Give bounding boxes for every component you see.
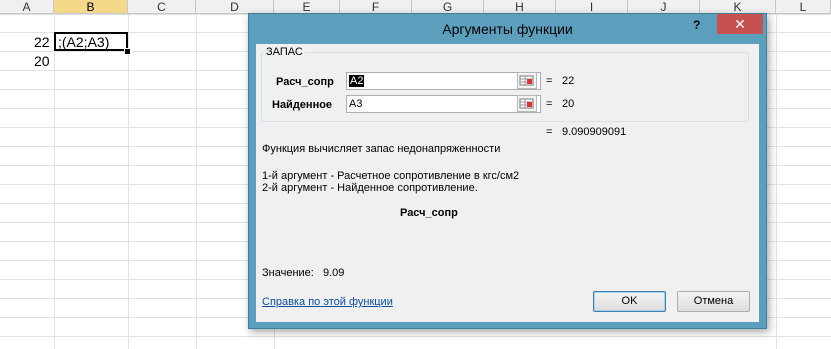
help-icon[interactable]: ? (693, 18, 700, 32)
dialog-body: ЗАПАС Расч_сопр A2 = 22 Найденное A3 = 2… (256, 44, 759, 322)
arg2-result: 20 (562, 98, 575, 110)
column-header-l[interactable]: L (776, 0, 831, 14)
arg1-value: A2 (349, 75, 365, 87)
arg2-input[interactable]: A3 (346, 95, 541, 113)
arg2-equals: = (546, 98, 553, 110)
cell-a3[interactable]: 20 (34, 53, 50, 69)
cancel-button[interactable]: Отмена (677, 291, 750, 312)
column-header-k[interactable]: K (700, 0, 776, 14)
help-link[interactable]: Справка по этой функции (262, 296, 393, 308)
arg2-label: Найденное (272, 99, 333, 111)
function-description: Функция вычисляет запас недонапряженност… (262, 143, 501, 155)
value-label: Значение: (262, 267, 314, 279)
arg1-result: 22 (562, 75, 575, 87)
arg1-label: Расч_сопр (276, 76, 334, 88)
grid-line (0, 336, 831, 337)
arg1-collapse-button[interactable] (517, 72, 537, 89)
arg1-help-text: 1-й аргумент - Расчетное сопротивление в… (262, 170, 520, 182)
column-header-g[interactable]: G (412, 0, 484, 14)
column-header-h[interactable]: H (484, 0, 556, 14)
function-result: 9.090909091 (562, 126, 627, 138)
column-header-a[interactable]: A (0, 0, 54, 14)
arg2-help-text: 2-й аргумент - Найденное сопротивление. (262, 182, 478, 194)
range-select-icon (519, 75, 534, 86)
column-header-c[interactable]: C (128, 0, 196, 14)
arg2-value: A3 (349, 98, 363, 110)
column-header-e[interactable]: E (274, 0, 340, 14)
arg1-equals: = (546, 75, 553, 87)
current-argument-name: Расч_сопр (400, 207, 458, 219)
cell-b2-formula: ;(A2;A3) (58, 34, 110, 50)
column-header-j[interactable]: J (628, 0, 700, 14)
dialog-title: Аргументы функции (442, 21, 573, 37)
function-result-equals: = (546, 126, 553, 138)
close-button[interactable]: ✕ (717, 14, 763, 34)
cell-a2[interactable]: 22 (34, 34, 50, 50)
active-cell-b2[interactable]: ;(A2;A3) (54, 32, 128, 51)
dialog-titlebar[interactable]: Аргументы функции ? ✕ (249, 14, 766, 44)
arg2-collapse-button[interactable] (517, 95, 537, 112)
fill-handle[interactable] (124, 48, 131, 55)
range-select-icon (519, 98, 534, 109)
column-header-i[interactable]: I (556, 0, 628, 14)
function-name: ЗАПАС (264, 46, 305, 58)
column-header-d[interactable]: D (196, 0, 274, 14)
function-arguments-dialog: Аргументы функции ? ✕ ЗАПАС Расч_сопр A2… (248, 13, 767, 329)
column-header-f[interactable]: F (340, 0, 412, 14)
value-result: 9.09 (323, 267, 345, 279)
arg1-input[interactable]: A2 (346, 72, 541, 90)
ok-button[interactable]: OK (593, 291, 666, 312)
column-header-b[interactable]: B (54, 0, 128, 14)
